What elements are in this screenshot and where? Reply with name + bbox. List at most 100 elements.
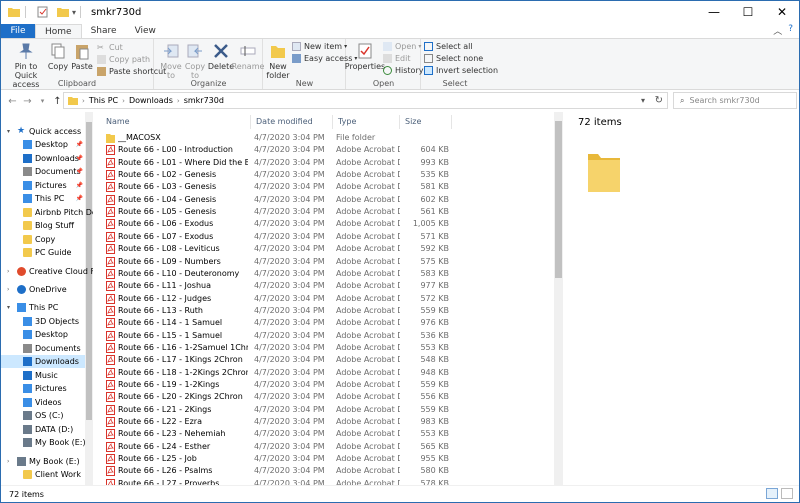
nav-item[interactable]: Client Work <box>1 468 85 481</box>
file-row[interactable]: Route 66 - L03 - Genesis 4/7/2020 3:04 PM… <box>101 181 551 193</box>
file-row[interactable]: Route 66 - L16 - 1-2Samuel 1Chron 4/7/202… <box>101 342 551 354</box>
file-row[interactable]: Route 66 - L02 - Genesis 4/7/2020 3:04 PM… <box>101 169 551 181</box>
file-row[interactable]: Route 66 - L12 - Judges 4/7/2020 3:04 PM A… <box>101 293 551 305</box>
file-row[interactable]: Route 66 - L15 - 1 Samuel 4/7/2020 3:04 P… <box>101 330 551 342</box>
file-row[interactable]: Route 66 - L14 - 1 Samuel 4/7/2020 3:04 P… <box>101 317 551 329</box>
recent-locations-icon[interactable]: ▾ <box>35 97 50 105</box>
column-type[interactable]: Type <box>333 115 400 129</box>
expand-icon[interactable]: ▾ <box>7 128 10 135</box>
column-date-modified[interactable]: Date modified <box>251 115 333 129</box>
expand-icon[interactable]: › <box>7 286 9 293</box>
expand-icon[interactable]: › <box>7 268 9 275</box>
chevron-down-icon[interactable]: ▾ <box>641 96 645 105</box>
help-icon[interactable]: ? <box>788 24 793 37</box>
column-name[interactable]: Name <box>101 115 251 129</box>
select-none-button[interactable]: Select none <box>424 53 483 64</box>
file-row[interactable]: Route 66 - L05 - Genesis 4/7/2020 3:04 PM… <box>101 206 551 218</box>
copy-button[interactable]: Copy <box>47 42 69 71</box>
nav-item[interactable]: Pictures <box>1 382 85 395</box>
nav-item[interactable]: Videos <box>1 396 85 409</box>
tab-view[interactable]: View <box>126 24 165 38</box>
address-bar[interactable]: › This PC › Downloads › smkr730d ▾ ↻ <box>63 92 668 109</box>
file-row[interactable]: Route 66 - L20 - 2Kings 2Chron 4/7/2020 3… <box>101 391 551 403</box>
nav-item[interactable]: Downloads 📌 <box>1 152 85 165</box>
delete-button[interactable]: Delete <box>208 42 234 71</box>
nav-item[interactable]: ▾ This PC <box>1 301 85 314</box>
nav-item[interactable]: PC Guide <box>1 246 85 259</box>
file-row[interactable]: Route 66 - L06 - Exodus 4/7/2020 3:04 PM A… <box>101 218 551 230</box>
file-row[interactable]: Route 66 - L21 - 2Kings 4/7/2020 3:04 PM A… <box>101 404 551 416</box>
copy-path-button[interactable]: Copy path <box>97 54 150 65</box>
file-row[interactable]: Route 66 - L26 - Psalms 4/7/2020 3:04 PM A… <box>101 465 551 477</box>
tab-file[interactable]: File <box>1 24 35 38</box>
nav-item[interactable]: ▾ ★ Quick access <box>1 125 85 138</box>
nav-item[interactable]: Documents <box>1 342 85 355</box>
file-row[interactable]: Route 66 - L22 - Ezra 4/7/2020 3:04 PM Ado… <box>101 416 551 428</box>
new-folder-button[interactable]: New folder <box>266 42 290 80</box>
nav-item[interactable]: › Creative Cloud Fil <box>1 265 93 278</box>
file-row[interactable]: Route 66 - L27 - Proverbs 4/7/2020 3:04 P… <box>101 478 551 485</box>
copy-to-button[interactable]: Copy to <box>183 42 207 80</box>
open-button[interactable]: Open ▾ <box>383 41 421 52</box>
select-all-button[interactable]: Select all <box>424 41 473 52</box>
customize-quick-access-icon[interactable]: ▾ <box>72 8 76 17</box>
expand-icon[interactable]: › <box>7 458 9 465</box>
breadcrumb-current[interactable]: smkr730d <box>184 96 224 105</box>
details-view-icon[interactable] <box>766 488 778 499</box>
nav-item[interactable]: Blog Stuff <box>1 219 85 232</box>
nav-item[interactable]: This PC 📌 <box>1 192 85 205</box>
tab-share[interactable]: Share <box>82 24 126 38</box>
file-row[interactable]: Route 66 - L24 - Esther 4/7/2020 3:04 PM A… <box>101 441 551 453</box>
large-icons-view-icon[interactable] <box>781 488 793 499</box>
breadcrumb-this-pc[interactable]: This PC <box>89 96 118 105</box>
nav-item[interactable]: Documents 📌 <box>1 165 85 178</box>
tab-home[interactable]: Home <box>35 24 82 38</box>
breadcrumb-downloads[interactable]: Downloads <box>129 96 173 105</box>
file-row[interactable]: Route 66 - L18 - 1-2Kings 2Chron 4/7/2020… <box>101 367 551 379</box>
expand-icon[interactable]: ▾ <box>7 304 10 311</box>
paste-button[interactable]: Paste <box>71 42 93 71</box>
maximize-button[interactable]: ☐ <box>731 1 765 23</box>
nav-item[interactable]: Pictures 📌 <box>1 179 85 192</box>
file-row[interactable]: __MACOSX 4/7/2020 3:04 PM File folder <box>101 132 551 144</box>
edit-button[interactable]: Edit <box>383 53 411 64</box>
file-row[interactable]: Route 66 - L10 - Deuteronomy 4/7/2020 3:0… <box>101 268 551 280</box>
nav-item[interactable]: Copy <box>1 233 85 246</box>
file-row[interactable]: Route 66 - L04 - Genesis 4/7/2020 3:04 PM… <box>101 194 551 206</box>
forward-arrow-icon[interactable]: → <box>20 96 35 107</box>
nav-item[interactable]: Desktop <box>1 328 85 341</box>
nav-item[interactable]: 3D Objects <box>1 315 85 328</box>
file-row[interactable]: Route 66 - L19 - 1-2Kings 4/7/2020 3:04 P… <box>101 379 551 391</box>
invert-selection-button[interactable]: Invert selection <box>424 65 498 76</box>
file-row[interactable]: Route 66 - L01 - Where Did the Bible Co.… <box>101 157 551 169</box>
nav-item[interactable]: OS (C:) <box>1 409 85 422</box>
rename-button[interactable]: Rename <box>232 42 264 71</box>
file-list-scrollbar[interactable] <box>554 112 563 485</box>
nav-item[interactable]: My Book (E:) <box>1 436 86 449</box>
move-to-button[interactable]: Move to <box>159 42 183 80</box>
properties-button[interactable]: Properties <box>345 42 385 71</box>
nav-scrollbar[interactable] <box>85 112 93 485</box>
column-size[interactable]: Size <box>400 115 452 129</box>
search-box[interactable]: ⌕ Search smkr730d <box>673 92 797 109</box>
nav-item[interactable]: › OneDrive <box>1 283 85 296</box>
new-folder-icon[interactable] <box>56 6 70 18</box>
back-arrow-icon[interactable]: ← <box>5 96 20 107</box>
file-row[interactable]: Route 66 - L07 - Exodus 4/7/2020 3:04 PM A… <box>101 231 551 243</box>
file-row[interactable]: Route 66 - L09 - Numbers 4/7/2020 3:04 PM… <box>101 256 551 268</box>
file-row[interactable]: Route 66 - L23 - Nehemiah 4/7/2020 3:04 P… <box>101 428 551 440</box>
chevron-up-icon[interactable]: ︿ <box>773 24 782 37</box>
nav-item[interactable]: › My Book (E:) <box>1 455 85 468</box>
file-row[interactable]: Route 66 - L25 - Job 4/7/2020 3:04 PM Adob… <box>101 453 551 465</box>
nav-item[interactable]: DATA (D:) <box>1 423 85 436</box>
cut-button[interactable]: ✂ Cut <box>97 42 123 53</box>
close-button[interactable]: ✕ <box>765 1 799 23</box>
file-row[interactable]: Route 66 - L11 - Joshua 4/7/2020 3:04 PM A… <box>101 280 551 292</box>
file-list-scrollbar-thumb[interactable] <box>555 121 562 278</box>
new-item-button[interactable]: New item ▾ <box>292 41 347 52</box>
file-row[interactable]: Route 66 - L13 - Ruth 4/7/2020 3:04 PM Ado… <box>101 305 551 317</box>
properties-icon[interactable] <box>36 6 50 18</box>
nav-item[interactable]: Airbnb Pitch Dec <box>1 206 93 219</box>
file-row[interactable]: Route 66 - L00 - Introduction 4/7/2020 3:… <box>101 144 551 156</box>
nav-item[interactable]: Music <box>1 369 85 382</box>
